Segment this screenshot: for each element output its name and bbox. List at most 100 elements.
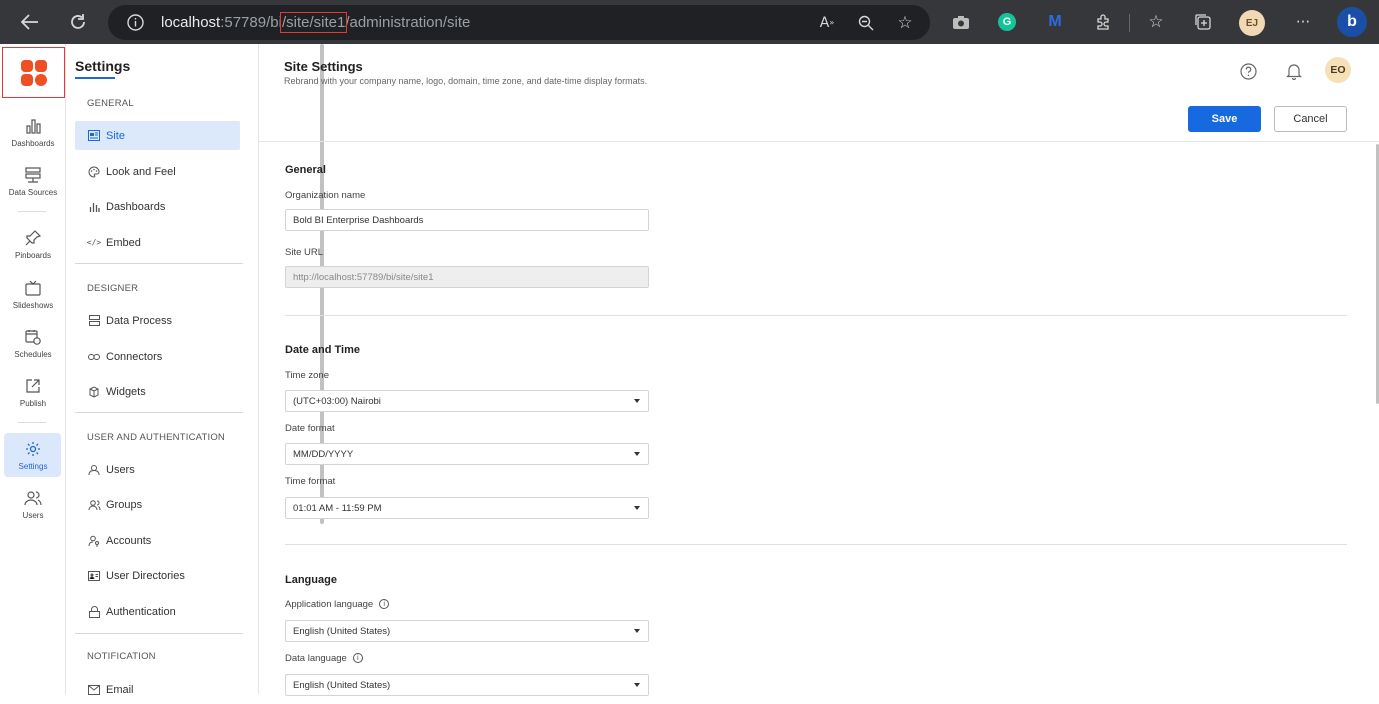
tv-icon xyxy=(25,278,41,298)
icon-rail: Dashboards Data Sources Pinboards Slides… xyxy=(0,44,66,694)
nav-item-users[interactable]: Users xyxy=(75,455,240,484)
data-language-select[interactable]: English (United States) xyxy=(285,674,649,696)
camera-extension-icon[interactable] xyxy=(950,0,972,44)
account-key-icon xyxy=(87,535,101,547)
rail-item-data-sources[interactable]: Data Sources xyxy=(0,165,66,197)
m-extension-icon[interactable]: M xyxy=(1044,0,1066,44)
dropdown-caret-icon xyxy=(634,683,640,687)
bar-chart-icon xyxy=(87,201,101,212)
section-divider xyxy=(285,315,1347,316)
dropdown-caret-icon xyxy=(634,452,640,456)
time-format-label: Time format xyxy=(285,476,336,487)
url-text: localhost:57789/bi/site/site1/administra… xyxy=(161,12,471,33)
nav-item-embed[interactable]: </> Embed xyxy=(75,228,240,257)
nav-divider xyxy=(75,412,243,413)
app-language-label: Application language i xyxy=(285,599,390,610)
nav-divider xyxy=(75,633,243,634)
site-icon xyxy=(87,130,101,141)
group-icon xyxy=(87,499,101,511)
site-url-label: Site URL xyxy=(285,247,324,258)
timezone-select[interactable]: (UTC+03:00) Nairobi xyxy=(285,390,649,412)
date-format-label: Date format xyxy=(285,423,335,434)
favorite-add-icon[interactable]: ☆ xyxy=(894,5,916,40)
rail-item-settings[interactable]: Settings xyxy=(0,439,66,471)
settings-title: Settings xyxy=(75,58,131,74)
date-format-select[interactable]: MM/DD/YYYY xyxy=(285,443,649,465)
calendar-clock-icon xyxy=(25,327,41,347)
server-icon xyxy=(87,315,101,326)
page-subtitle: Rebrand with your company name, logo, do… xyxy=(284,76,648,86)
section-notification: NOTIFICATION xyxy=(87,651,156,662)
org-name-input[interactable]: Bold BI Enterprise Dashboards xyxy=(285,209,649,231)
info-icon[interactable] xyxy=(124,5,146,40)
info-icon[interactable]: i xyxy=(379,599,390,610)
rail-item-publish[interactable]: Publish xyxy=(0,376,66,408)
profile-avatar[interactable]: EJ xyxy=(1239,10,1265,36)
nav-item-email[interactable]: Email xyxy=(75,675,240,704)
save-button[interactable]: Save xyxy=(1188,106,1261,132)
info-icon[interactable]: i xyxy=(352,653,363,664)
link-icon xyxy=(87,353,101,361)
pin-icon xyxy=(25,228,41,248)
extensions-icon[interactable] xyxy=(1092,0,1114,44)
toolbar-divider xyxy=(1129,14,1130,32)
help-icon[interactable] xyxy=(1238,61,1258,81)
main-content: Site Settings Rebrand with your company … xyxy=(259,44,1379,696)
bell-icon[interactable] xyxy=(1284,61,1304,81)
zoom-icon[interactable] xyxy=(855,5,877,40)
nav-item-look-and-feel[interactable]: Look and Feel xyxy=(75,157,240,186)
nav-item-groups[interactable]: Groups xyxy=(75,490,240,519)
address-bar[interactable]: localhost:57789/bi/site/site1/administra… xyxy=(108,5,930,40)
user-avatar[interactable]: EO xyxy=(1325,57,1351,83)
bing-icon[interactable]: b xyxy=(1336,0,1368,44)
nav-item-accounts[interactable]: Accounts xyxy=(75,526,240,555)
bar-chart-icon xyxy=(25,116,41,136)
header-divider xyxy=(259,141,1379,142)
browser-toolbar: localhost:57789/bi/site/site1/administra… xyxy=(0,0,1379,44)
widget-icon xyxy=(87,385,101,398)
section-title-language: Language xyxy=(285,574,337,586)
org-name-label: Organization name xyxy=(285,190,366,201)
nav-item-authentication[interactable]: Authentication xyxy=(75,597,240,626)
database-icon xyxy=(24,165,42,185)
dropdown-caret-icon xyxy=(634,506,640,510)
nav-item-data-process[interactable]: Data Process xyxy=(75,306,240,335)
data-language-label: Data language i xyxy=(285,653,363,664)
rail-item-dashboards[interactable]: Dashboards xyxy=(0,116,66,148)
read-aloud-icon[interactable]: A» xyxy=(816,5,838,40)
nav-item-site[interactable]: Site xyxy=(75,121,240,150)
section-divider xyxy=(285,544,1347,545)
refresh-icon[interactable] xyxy=(64,0,92,44)
section-title-general: General xyxy=(285,164,326,176)
page-title: Site Settings xyxy=(284,59,363,74)
time-format-select[interactable]: 01:01 AM - 11:59 PM xyxy=(285,497,649,519)
back-arrow-icon[interactable] xyxy=(16,0,44,44)
rail-divider xyxy=(18,211,46,212)
user-icon xyxy=(87,464,101,476)
dropdown-caret-icon xyxy=(634,399,640,403)
nav-item-widgets[interactable]: Widgets xyxy=(75,377,240,406)
app-language-select[interactable]: English (United States) xyxy=(285,620,649,642)
section-user-auth: USER AND AUTHENTICATION xyxy=(87,432,225,443)
code-icon: </> xyxy=(86,238,102,247)
rail-item-schedules[interactable]: Schedules xyxy=(0,327,66,359)
rail-divider xyxy=(18,422,46,423)
mail-icon xyxy=(87,684,101,695)
cancel-button[interactable]: Cancel xyxy=(1274,106,1347,132)
nav-item-connectors[interactable]: Connectors xyxy=(75,342,240,371)
collections-icon[interactable] xyxy=(1192,0,1214,44)
nav-item-dashboards[interactable]: Dashboards xyxy=(75,192,240,221)
grammarly-icon[interactable]: G xyxy=(996,0,1018,44)
logo-highlight-box[interactable] xyxy=(2,47,65,98)
rail-item-users[interactable]: Users xyxy=(0,488,66,520)
section-title-date-time: Date and Time xyxy=(285,344,360,356)
title-underline xyxy=(75,77,115,79)
section-designer: DESIGNER xyxy=(87,283,139,294)
rail-item-slideshows[interactable]: Slideshows xyxy=(0,278,66,310)
more-icon[interactable]: ··· xyxy=(1290,0,1316,44)
url-highlight: /site/site1 xyxy=(279,12,348,33)
rail-item-pinboards[interactable]: Pinboards xyxy=(0,228,66,260)
favorites-icon[interactable]: ☆ xyxy=(1145,0,1167,44)
id-card-icon xyxy=(87,570,101,581)
nav-item-user-directories[interactable]: User Directories xyxy=(75,561,240,590)
